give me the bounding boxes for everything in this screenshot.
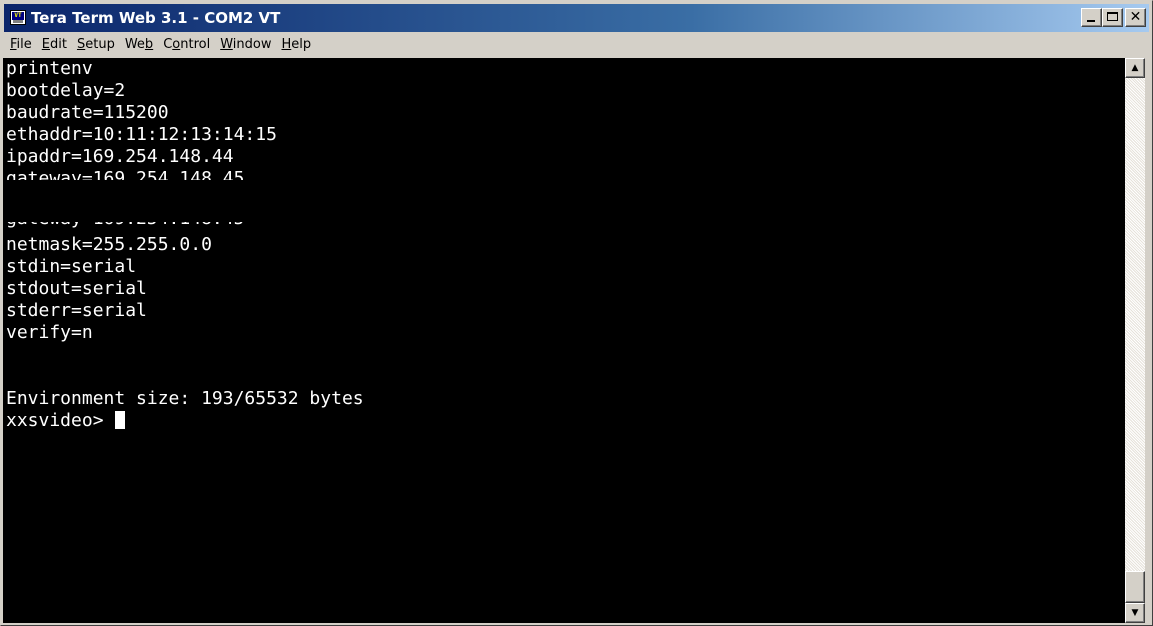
terminal-line: ethaddr=10:11:12:13:14:15 bbox=[6, 124, 277, 145]
maximize-icon bbox=[1107, 12, 1118, 21]
menu-item-control[interactable]: Control bbox=[158, 34, 215, 56]
text-cursor bbox=[115, 411, 126, 429]
menu-item-help[interactable]: Help bbox=[276, 34, 316, 56]
menu-label-key: E bbox=[41, 37, 50, 52]
menu-label-post: elp bbox=[291, 37, 312, 52]
menu-label-post: etup bbox=[85, 37, 115, 52]
terminal-line: printenv bbox=[6, 58, 93, 79]
terminal-line: baudrate=115200 bbox=[6, 102, 169, 123]
menu-label-post: ile bbox=[16, 37, 32, 52]
scrollbar-thumb[interactable] bbox=[1125, 571, 1145, 603]
menu-item-web[interactable]: Web bbox=[120, 34, 158, 56]
close-icon: ✕ bbox=[1129, 9, 1142, 25]
menu-item-window[interactable]: Window bbox=[215, 34, 276, 56]
menu-item-setup[interactable]: Setup bbox=[72, 34, 120, 56]
terminal-line: stdin=serial bbox=[6, 256, 137, 277]
app-icon-base bbox=[13, 20, 23, 23]
teraterm-window: VT Tera Term Web 3.1 - COM2 VT ✕ File Edi… bbox=[0, 0, 1153, 626]
minimize-icon bbox=[1087, 20, 1095, 22]
window-controls: ✕ bbox=[1081, 8, 1146, 28]
scroll-up-button[interactable]: ▲ bbox=[1125, 58, 1145, 78]
menu-label-key: H bbox=[281, 37, 292, 52]
maximize-button[interactable] bbox=[1102, 8, 1123, 27]
terminal-line: bootdelay=2 bbox=[6, 80, 126, 101]
terminal-line: stderr=serial bbox=[6, 300, 147, 321]
menu-label-post: dit bbox=[50, 37, 67, 52]
menu-label-pre: C bbox=[163, 37, 173, 52]
terminal-line: netmask=255.255.0.0 bbox=[6, 234, 212, 255]
terminal-line: gateway=169.254.148.45 bbox=[6, 168, 245, 180]
terminal-line: Environment size: 193/65532 bytes bbox=[6, 388, 364, 409]
terminal-line: stdout=serial bbox=[6, 278, 147, 299]
menu-item-edit[interactable]: Edit bbox=[37, 34, 72, 56]
vertical-scrollbar[interactable]: ▲ ▼ bbox=[1125, 58, 1145, 623]
scroll-down-button[interactable]: ▼ bbox=[1125, 603, 1145, 623]
scroll-down-arrow-icon: ▼ bbox=[1131, 608, 1139, 618]
terminal-prompt: xxsvideo> bbox=[6, 410, 115, 431]
terminal-screen[interactable]: printenv bootdelay=2 baudrate=115200 ethadd… bbox=[3, 58, 1125, 623]
terminal-line-residue: gateway=169.254.148.45 bbox=[6, 222, 244, 230]
menu-label-post: indow bbox=[232, 37, 272, 52]
menu-label-key: S bbox=[76, 37, 86, 52]
menu-label-post: ntrol bbox=[180, 37, 211, 52]
title-bar[interactable]: VT Tera Term Web 3.1 - COM2 VT ✕ bbox=[4, 4, 1149, 32]
menu-bar: File Edit Setup Web Control Window Help bbox=[4, 34, 1149, 56]
scroll-up-arrow-icon: ▲ bbox=[1131, 63, 1139, 73]
menu-label-pre: We bbox=[124, 37, 145, 52]
app-icon-screen: VT bbox=[12, 12, 24, 20]
minimize-button[interactable] bbox=[1081, 8, 1102, 27]
menu-label-key: b bbox=[144, 37, 154, 52]
close-button[interactable]: ✕ bbox=[1125, 8, 1146, 27]
teraterm-app-icon[interactable]: VT bbox=[10, 10, 26, 25]
menu-item-file[interactable]: File bbox=[4, 34, 37, 56]
menu-label-key: W bbox=[220, 37, 233, 52]
terminal-prompt-line: xxsvideo> bbox=[6, 410, 126, 432]
window-title: Tera Term Web 3.1 - COM2 VT bbox=[31, 9, 281, 27]
terminal-line: verify=n bbox=[6, 322, 93, 343]
terminal-line: ipaddr=169.254.148.44 bbox=[6, 146, 234, 167]
terminal-line-residue-text: gateway=169.254.148.45 bbox=[6, 222, 244, 230]
